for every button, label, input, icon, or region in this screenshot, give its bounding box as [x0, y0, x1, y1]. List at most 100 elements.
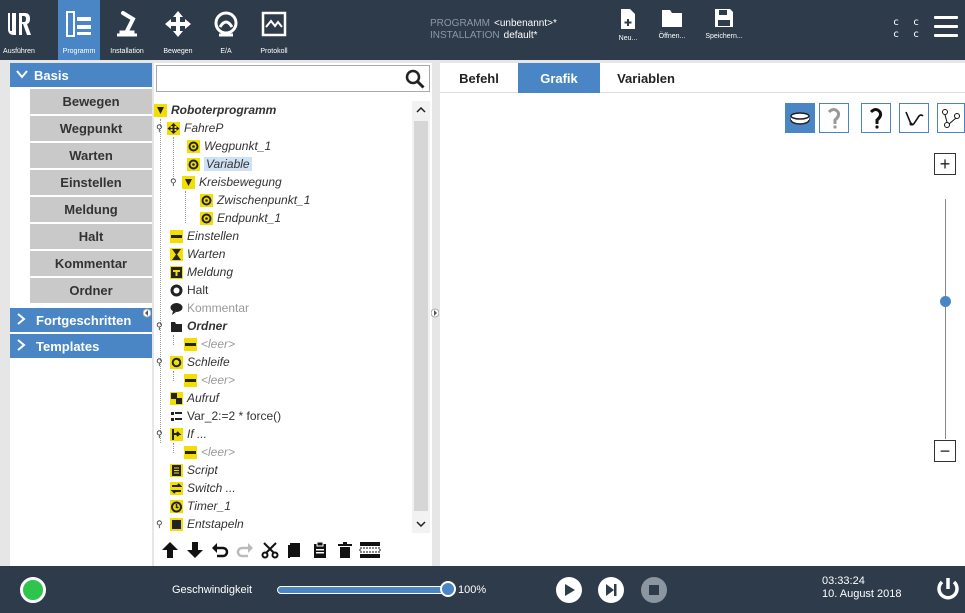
category-basis[interactable]: Basis	[10, 63, 152, 87]
tree-node-kreisbewegung[interactable]: Kreisbewegung	[182, 173, 282, 191]
suppress-icon[interactable]	[358, 538, 382, 562]
zoom-track[interactable]	[945, 199, 946, 439]
category-advanced[interactable]: Fortgeschritten	[10, 308, 152, 332]
category-templates-label: Templates	[36, 338, 100, 354]
tree-node-kommentar[interactable]: Kommentar	[170, 299, 249, 317]
path-bold-view-button[interactable]	[861, 103, 891, 133]
cmd-einstellen[interactable]: Einstellen	[30, 170, 152, 195]
scroll-up-icon[interactable]	[412, 101, 430, 119]
tree-node-endpunkt[interactable]: Endpunkt_1	[200, 209, 281, 227]
collapse-left-handle[interactable]	[142, 306, 152, 320]
tree-node-halt[interactable]: Halt	[170, 281, 208, 299]
base-view-icon	[790, 112, 810, 125]
tree-node-label: Halt	[187, 283, 209, 297]
path-view-button[interactable]	[819, 103, 849, 133]
program-info: PROGRAMM <unbenannt>* INSTALLATION default…	[430, 18, 557, 42]
tree-node-label: Roboterprogramm	[171, 103, 277, 117]
tree-node-fahrep[interactable]: FahreP	[167, 119, 223, 137]
tab-bar: Befehl Grafik Variablen	[440, 63, 965, 93]
speed-slider-knob[interactable]	[440, 581, 456, 597]
tree-scrollbar[interactable]	[412, 101, 430, 533]
tab-grafik[interactable]: Grafik	[518, 63, 600, 93]
collapse-tree-handle[interactable]	[430, 306, 440, 320]
tree-node-assignment[interactable]: Var_2:=2 * force()	[170, 407, 281, 425]
tree-node-schleife[interactable]: Schleife	[170, 353, 230, 371]
step-button[interactable]	[598, 577, 624, 603]
nav-move[interactable]: Bewegen	[158, 0, 198, 60]
save-button[interactable]: Speichern...	[702, 8, 746, 56]
tree-node-timer[interactable]: Timer_1	[170, 497, 231, 515]
move-up-icon[interactable]	[158, 538, 182, 562]
tree-node-entstapeln[interactable]: Entstapeln	[170, 515, 244, 533]
tab-befehl[interactable]: Befehl	[440, 63, 518, 93]
tree-node-label: <leer>	[201, 373, 236, 387]
control-indicator: c c c c	[893, 17, 923, 41]
move-icon	[160, 6, 196, 42]
new-button[interactable]: Neu...	[606, 8, 650, 56]
cmd-bewegen[interactable]: Bewegen	[30, 89, 152, 114]
play-button[interactable]	[556, 577, 582, 603]
tree-node-switch[interactable]: Switch ...	[170, 479, 236, 497]
tree-node-label: Schleife	[187, 355, 230, 369]
cmd-kommentar[interactable]: Kommentar	[30, 251, 152, 276]
tree-node-leer-1[interactable]: <leer>	[184, 335, 235, 353]
stop-button[interactable]	[641, 577, 667, 603]
cmd-ordner[interactable]: Ordner	[30, 278, 152, 303]
tree-node-leer-3[interactable]: <leer>	[184, 443, 235, 461]
pin-icon: ⚲	[156, 321, 163, 331]
clock-time: 03:33:24	[822, 575, 865, 587]
cut-icon[interactable]	[258, 538, 282, 562]
tree-node-wegpunkt-1[interactable]: Wegpunkt_1	[187, 137, 271, 155]
speed-slider-track[interactable]	[277, 586, 449, 594]
zoom-out-button[interactable]: −	[934, 440, 956, 462]
program-name: <unbenannt>*	[494, 18, 557, 29]
pin-icon: ⚲	[156, 357, 163, 367]
tool-path-button[interactable]	[899, 103, 929, 133]
cc-line-2: c c	[893, 29, 924, 40]
undo-icon[interactable]	[208, 538, 232, 562]
tree-node-ordner[interactable]: Ordner	[170, 317, 227, 335]
waypoints-view-button[interactable]	[937, 103, 965, 133]
nav-program[interactable]: Programm	[58, 0, 100, 60]
message-icon	[170, 265, 183, 279]
tree-node-root[interactable]: Roboterprogramm	[154, 101, 276, 119]
category-templates[interactable]: Templates	[10, 334, 152, 358]
nav-installation[interactable]: Installation	[103, 0, 151, 60]
zoom-slider-knob[interactable]	[940, 296, 951, 307]
tree-node-label: Warten	[187, 247, 226, 261]
cmd-halt[interactable]: Halt	[30, 224, 152, 249]
tree-node-warten[interactable]: Warten	[170, 245, 225, 263]
nav-io-label: E/A	[220, 48, 232, 55]
nav-run[interactable]: Ausführen	[0, 0, 38, 60]
scroll-thumb[interactable]	[414, 121, 428, 511]
cmd-wegpunkt[interactable]: Wegpunkt	[30, 116, 152, 141]
zoom-in-button[interactable]: +	[934, 153, 956, 175]
tree-node-label: Variable	[204, 157, 252, 171]
search-input[interactable]	[157, 66, 397, 91]
tree-node-einstellen[interactable]: Einstellen	[170, 227, 239, 245]
delete-icon[interactable]	[333, 538, 357, 562]
cmd-warten[interactable]: Warten	[30, 143, 152, 168]
cmd-meldung[interactable]: Meldung	[30, 197, 152, 222]
scroll-down-icon[interactable]	[412, 515, 430, 533]
copy-icon[interactable]	[283, 538, 307, 562]
paste-icon[interactable]	[308, 538, 332, 562]
nav-io[interactable]: E/A	[206, 0, 246, 60]
power-icon[interactable]	[935, 576, 961, 602]
tree-node-aufruf[interactable]: Aufruf	[170, 389, 219, 407]
hamburger-menu-icon[interactable]	[934, 16, 958, 40]
tab-variablen[interactable]: Variablen	[600, 63, 692, 93]
tree-node-meldung[interactable]: Meldung	[170, 263, 233, 281]
tree-node-leer-2[interactable]: <leer>	[184, 371, 235, 389]
open-button[interactable]: Öffnen...	[650, 8, 694, 56]
robot-status-indicator[interactable]	[20, 577, 46, 603]
search-icon[interactable]	[405, 69, 425, 89]
tree-node-if[interactable]: If ...	[170, 425, 207, 443]
tree-node-variable[interactable]: Variable	[187, 155, 252, 173]
redo-icon[interactable]	[233, 538, 257, 562]
move-down-icon[interactable]	[183, 538, 207, 562]
nav-log[interactable]: Protokoll	[252, 0, 296, 60]
base-view-button[interactable]	[785, 103, 815, 133]
tree-node-script[interactable]: Script	[170, 461, 218, 479]
tree-node-zwischenpunkt[interactable]: Zwischenpunkt_1	[200, 191, 310, 209]
